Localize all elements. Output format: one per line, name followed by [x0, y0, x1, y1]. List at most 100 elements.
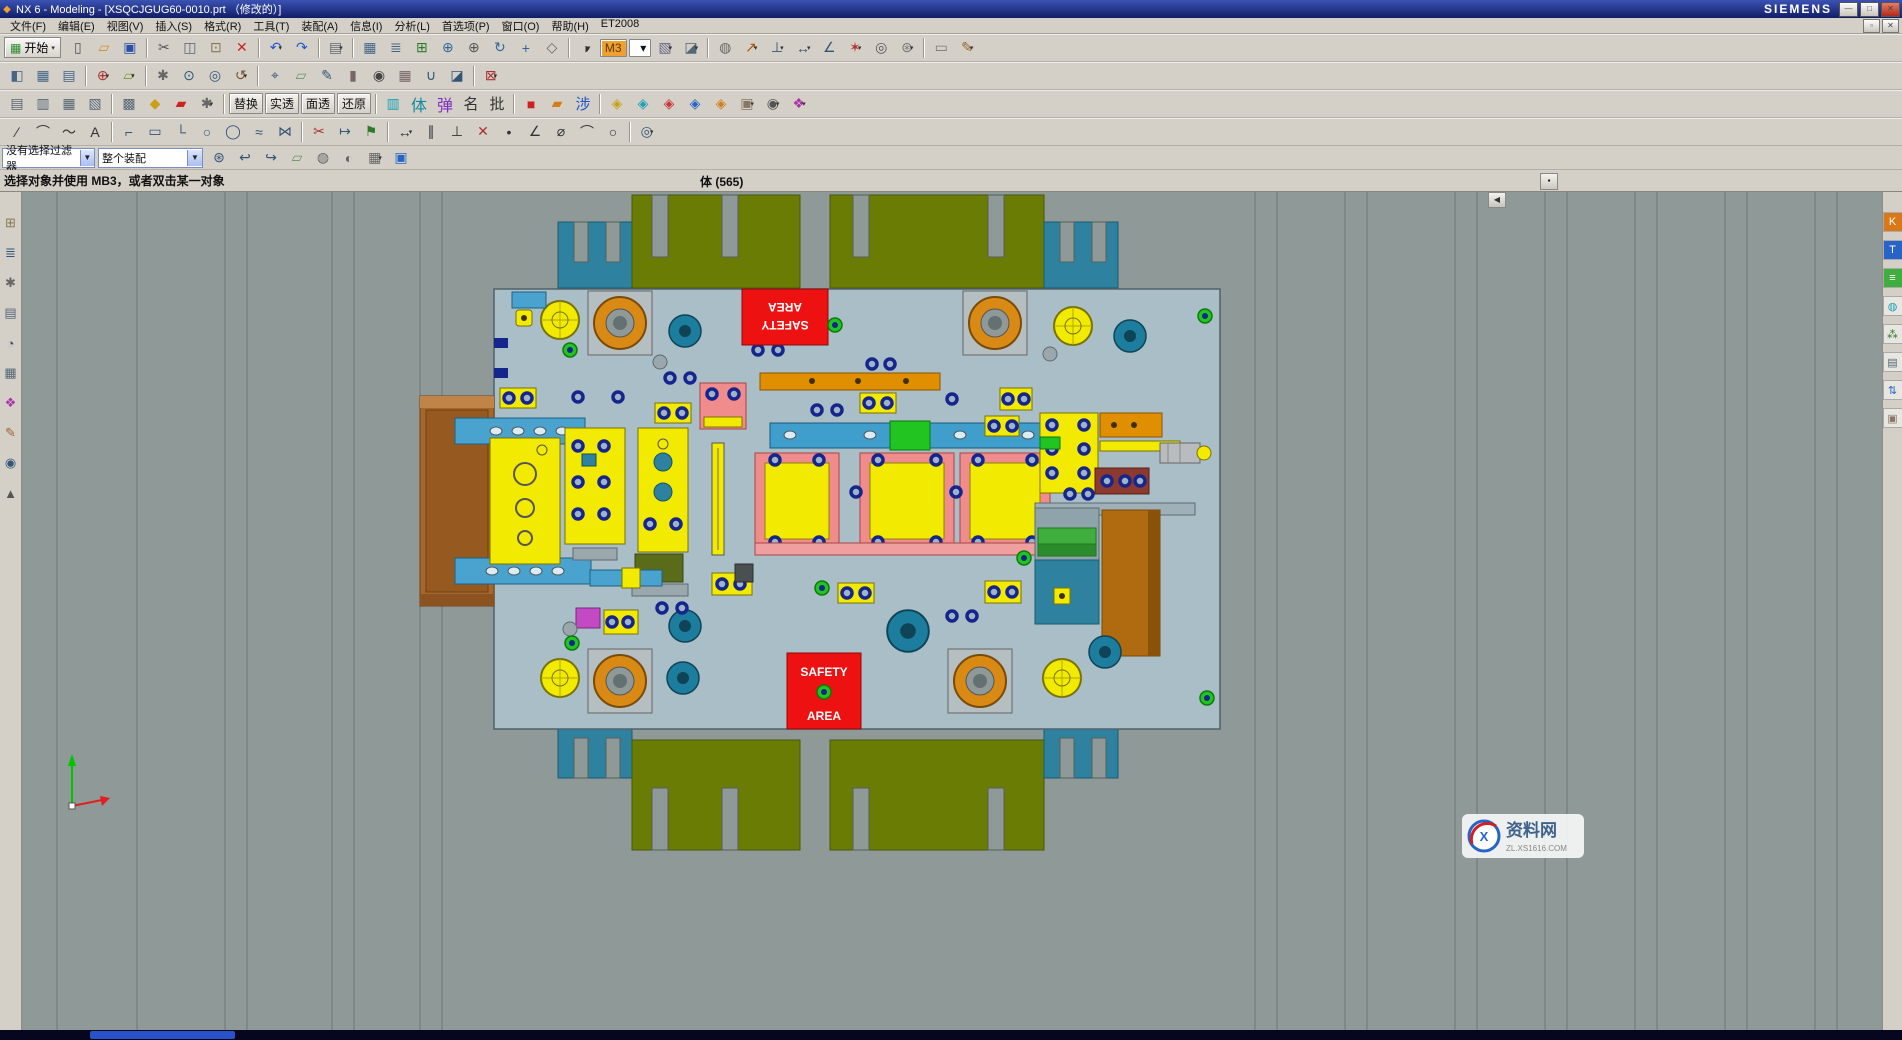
menu-item[interactable]: 分析(L): [388, 17, 435, 35]
pattern-feature-button[interactable]: ▦: [393, 64, 417, 88]
window-quad-button[interactable]: ▦: [31, 64, 55, 88]
pilot-block[interactable]: [700, 383, 746, 429]
solid-cube-button[interactable]: ▣: [389, 146, 413, 170]
plane-button[interactable]: ▱: [289, 64, 313, 88]
angle-dimension-button[interactable]: ∠: [523, 120, 547, 144]
ruler-button[interactable]: ▭: [929, 36, 953, 60]
save-button[interactable]: ▣: [118, 36, 142, 60]
clamp-dot[interactable]: [817, 685, 831, 699]
windows-taskbar[interactable]: [0, 1030, 1902, 1040]
die-bore[interactable]: [669, 610, 701, 642]
restore-button[interactable]: 还原: [337, 93, 371, 114]
menu-item[interactable]: ET2008: [595, 17, 646, 35]
fit-view-button[interactable]: ⊞: [410, 36, 434, 60]
annotation-button[interactable]: ✎▾: [955, 36, 979, 60]
sheet-icon[interactable]: ▤: [1883, 352, 1902, 372]
users-icon[interactable]: ◉: [0, 452, 22, 474]
cut-button[interactable]: ✂: [152, 36, 176, 60]
datum-csys-button[interactable]: ⌖: [263, 64, 287, 88]
menu-item[interactable]: 窗口(O): [496, 17, 546, 35]
coincident-constraint-button[interactable]: ✕: [471, 120, 495, 144]
transparency-button[interactable]: ◍: [311, 146, 335, 170]
settings-icon[interactable]: ✱: [0, 272, 22, 294]
graphics-viewport[interactable]: SAFETY AREA SAFETY AREA: [22, 192, 1882, 1030]
parallel-constraint-button[interactable]: ∥: [419, 120, 443, 144]
extrude-button[interactable]: ▮: [341, 64, 365, 88]
tag-blue-button[interactable]: ◈: [683, 92, 707, 116]
orange-plate-button[interactable]: ▰: [545, 92, 569, 116]
radius-dimension-button[interactable]: ⌒: [575, 120, 599, 144]
menu-item[interactable]: 插入(S): [149, 17, 198, 35]
plane-filter-button[interactable]: ▱: [285, 146, 309, 170]
palette-button[interactable]: ❖▾: [787, 92, 811, 116]
die-riser-strip[interactable]: [755, 543, 1050, 555]
measure-angle-button[interactable]: ∠: [817, 36, 841, 60]
visualization-b-button[interactable]: ▥: [31, 92, 55, 116]
stop-block[interactable]: [735, 564, 753, 582]
transfer-icon[interactable]: ⇅: [1883, 380, 1902, 400]
circle-tool-button[interactable]: ○: [195, 120, 219, 144]
paint-button[interactable]: ◆: [143, 92, 167, 116]
safety-area-top[interactable]: SAFETY AREA: [742, 289, 828, 345]
tangent-constraint-button[interactable]: ○: [601, 120, 625, 144]
constraints-button[interactable]: ◎▾: [635, 120, 659, 144]
plate-edge-tab[interactable]: [494, 338, 508, 348]
fillet-tool-button[interactable]: └: [169, 120, 193, 144]
m3-display-button[interactable]: M3: [600, 39, 627, 57]
plate-edge-tab[interactable]: [494, 368, 508, 378]
lock-button[interactable]: ▣▾: [735, 92, 759, 116]
orange-clamp-bar[interactable]: [760, 373, 940, 390]
point-tool-button[interactable]: •: [497, 120, 521, 144]
history-clock-icon[interactable]: ◔: [0, 332, 22, 354]
offset-tool-button[interactable]: ≈: [247, 120, 271, 144]
menu-item[interactable]: 编辑(E): [52, 17, 101, 35]
brush-button[interactable]: ▰: [169, 92, 193, 116]
left-die-shoe[interactable]: [490, 438, 560, 564]
selection-filter-button[interactable]: ◎: [869, 36, 893, 60]
doc-close-button[interactable]: ✕: [1882, 19, 1899, 33]
part-navigator-icon[interactable]: ≣: [0, 242, 22, 264]
x-form-button[interactable]: ⊠▾: [479, 64, 503, 88]
safety-area-bottom[interactable]: SAFETY AREA: [787, 653, 861, 729]
text-tool-button[interactable]: A: [83, 120, 107, 144]
menu-item[interactable]: 帮助(H): [545, 17, 594, 35]
menu-item[interactable]: 视图(V): [101, 17, 150, 35]
bars-icon[interactable]: ≡: [1883, 268, 1902, 288]
spline-tool-button[interactable]: ～: [57, 120, 81, 144]
menu-item[interactable]: 工具(T): [247, 17, 295, 35]
menu-item[interactable]: 信息(I): [344, 17, 388, 35]
template-icon[interactable]: T: [1883, 240, 1902, 260]
table-icon[interactable]: ▦: [0, 362, 22, 384]
view-layout-button[interactable]: ▦: [358, 36, 382, 60]
point-dialog-button[interactable]: ⊕▾: [91, 64, 115, 88]
copy-button[interactable]: ◫: [178, 36, 202, 60]
pencil-icon[interactable]: ✎: [0, 422, 22, 444]
tag-cyan-button[interactable]: ◈: [631, 92, 655, 116]
palette-icon[interactable]: ❖: [0, 392, 22, 414]
body-display-button[interactable]: 体: [407, 92, 431, 116]
grid-button[interactable]: ▦▾: [363, 146, 387, 170]
line-tool-button[interactable]: ∕: [5, 120, 29, 144]
redo-button[interactable]: ↷: [290, 36, 314, 60]
dimension-button[interactable]: ↔▾: [393, 120, 417, 144]
selection-scope-dropdown[interactable]: 整个装配 ▼: [98, 148, 203, 168]
quick-trim-button[interactable]: ✂: [307, 120, 331, 144]
doc-restore-button[interactable]: ▫: [1863, 19, 1880, 33]
pan-button[interactable]: +: [514, 36, 538, 60]
restore-orientation-button[interactable]: ↪: [259, 146, 283, 170]
interference-button[interactable]: 涉: [571, 92, 595, 116]
batch-button[interactable]: 批: [485, 92, 509, 116]
mirror-tool-button[interactable]: ⋈: [273, 120, 297, 144]
sketch-button[interactable]: ✎: [315, 64, 339, 88]
measure-distance-button[interactable]: ↔▾: [791, 36, 815, 60]
toolbar-collapse-button[interactable]: ◀: [1488, 192, 1506, 208]
name-button[interactable]: 名: [459, 92, 483, 116]
die-section-2[interactable]: [860, 453, 954, 549]
top-bolster[interactable]: [558, 195, 1118, 288]
explode-button[interactable]: ✶▾: [843, 36, 867, 60]
prompt-corner-button[interactable]: ▪: [1540, 173, 1558, 190]
delete-button[interactable]: ✕: [230, 36, 254, 60]
previous-selection-button[interactable]: ↩: [233, 146, 257, 170]
zoom-in-out-button[interactable]: ⊕: [462, 36, 486, 60]
snap-enable-button[interactable]: ⊛: [207, 146, 231, 170]
